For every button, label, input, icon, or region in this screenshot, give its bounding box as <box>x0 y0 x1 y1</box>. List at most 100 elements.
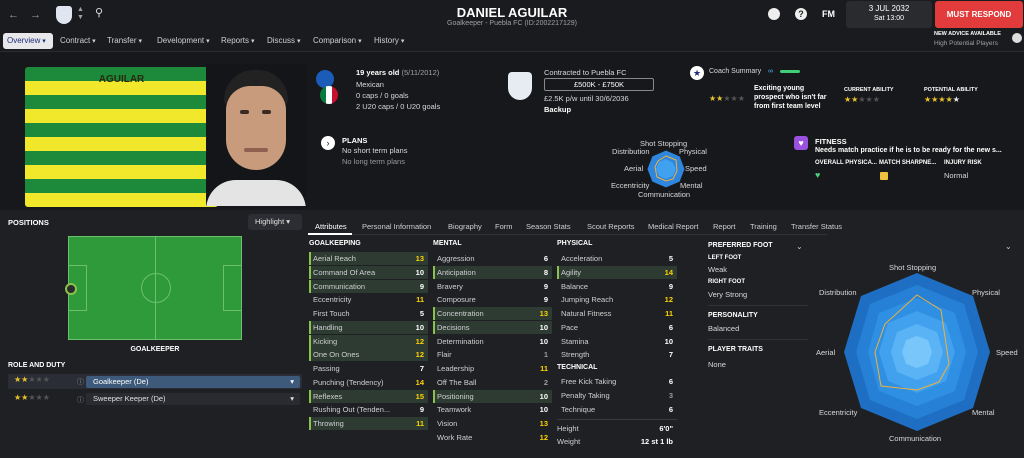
goalkeeping-attribute-row[interactable]: Communication 9 <box>309 279 428 293</box>
attribute-name: Off The Ball <box>437 377 477 387</box>
mental-attribute-row[interactable]: Work Rate 12 <box>433 431 552 444</box>
goalkeeping-attribute-row[interactable]: Command Of Area 10 <box>309 265 428 279</box>
fm-logo[interactable]: FM <box>822 9 835 19</box>
goalkeeping-attribute-row[interactable]: Eccentricity 11 <box>309 293 428 306</box>
role-select-sweeper[interactable]: Sweeper Keeper (De) ▾ <box>86 393 300 405</box>
goalkeeping-attribute-row[interactable]: Throwing 11 <box>309 417 428 430</box>
help-icon[interactable]: ? <box>795 8 807 20</box>
mental-attribute-row[interactable]: Bravery 9 <box>433 280 552 293</box>
subtab-season-stats[interactable]: Season Stats <box>526 222 571 231</box>
tab-transfer[interactable]: Transfer <box>103 33 146 49</box>
must-respond-button[interactable]: MUST RESPOND <box>935 1 1023 28</box>
technical-attribute-row[interactable]: Free Kick Taking 6 <box>557 375 677 388</box>
mental-attribute-row[interactable]: Aggression 6 <box>433 252 552 265</box>
mental-attribute-row[interactable]: Concentration 13 <box>433 307 552 320</box>
technical-attribute-row[interactable]: Technique 6 <box>557 403 677 416</box>
collapse-chevron-icon[interactable]: ⌄ <box>796 242 803 251</box>
player-traits-title: PLAYER TRAITS <box>708 346 763 353</box>
mental-attribute-row[interactable]: Teamwork 10 <box>433 403 552 416</box>
potential-ability-label: POTENTIAL ABILITY <box>924 87 978 93</box>
current-ability-stars: ★★★★★ <box>844 95 880 104</box>
physical-attribute-row[interactable]: Balance 9 <box>557 280 677 293</box>
mental-attribute-row[interactable]: Decisions 10 <box>433 320 552 334</box>
mini-radar-label-distribution: Distribution <box>612 147 650 156</box>
mental-attribute-row[interactable]: Off The Ball 2 <box>433 376 552 389</box>
mental-attribute-row[interactable]: Anticipation 8 <box>433 265 552 279</box>
goalkeeping-attribute-row[interactable]: Reflexes 15 <box>309 389 428 403</box>
physical-attribute-row[interactable]: Stamina 10 <box>557 335 677 348</box>
ball-icon[interactable] <box>768 8 780 20</box>
heart-icon[interactable]: ♥ <box>794 136 808 150</box>
tab-discuss[interactable]: Discuss <box>263 33 304 49</box>
attribute-name: Composure <box>437 295 476 305</box>
plans-title[interactable]: PLANS <box>342 136 367 145</box>
attribute-name: Kicking <box>313 336 338 346</box>
physical-attribute-row[interactable]: Acceleration 5 <box>557 252 677 265</box>
physical-attribute-row[interactable]: Natural Fitness 11 <box>557 307 677 320</box>
attribute-value: 11 <box>665 309 673 318</box>
mental-attribute-row[interactable]: Vision 13 <box>433 417 552 430</box>
subtab-scout-reports[interactable]: Scout Reports <box>587 222 635 231</box>
advice-icon[interactable] <box>1012 33 1022 43</box>
attribute-value: 10 <box>539 322 548 332</box>
goalkeeping-attribute-row[interactable]: Aerial Reach 13 <box>309 252 428 265</box>
subtab-report[interactable]: Report <box>713 222 736 231</box>
subtab-transfer-status[interactable]: Transfer Status <box>791 222 842 231</box>
attribute-value: 5 <box>419 309 424 318</box>
subtab-medical-report[interactable]: Medical Report <box>648 222 698 231</box>
subtab-personal-information[interactable]: Personal Information <box>362 222 431 231</box>
subtab-training[interactable]: Training <box>750 222 777 231</box>
goalkeeping-attribute-row[interactable]: Kicking 12 <box>309 334 428 348</box>
tab-contract[interactable]: Contract <box>56 33 100 49</box>
subtab-biography[interactable]: Biography <box>448 222 482 231</box>
goalkeeping-attribute-row[interactable]: Punching (Tendency) 14 <box>309 376 428 389</box>
attribute-name: Eccentricity <box>313 295 352 305</box>
attribute-name: Aerial Reach <box>313 254 356 263</box>
mental-attribute-row[interactable]: Determination 10 <box>433 335 552 348</box>
info-icon[interactable]: ⓘ <box>77 377 84 387</box>
attribute-name: Vision <box>437 419 458 428</box>
physical-attribute-row[interactable]: Agility 14 <box>557 265 677 279</box>
mental-attribute-row[interactable]: Flair 1 <box>433 348 552 361</box>
attribute-value: 14 <box>415 377 424 387</box>
mental-attribute-row[interactable]: Positioning 10 <box>433 389 552 403</box>
left-foot-label: LEFT FOOT <box>708 255 742 261</box>
mental-attribute-row[interactable]: Leadership 11 <box>433 362 552 375</box>
goalkeeping-attribute-row[interactable]: Rushing Out (Tenden... 9 <box>309 403 428 416</box>
positions-title[interactable]: POSITIONS <box>8 218 49 227</box>
mental-attribute-row[interactable]: Composure 9 <box>433 293 552 306</box>
mini-radar-label-speed: Speed <box>685 164 707 173</box>
personality-value: Balanced <box>708 324 740 333</box>
info-icon[interactable]: ⓘ <box>77 395 84 405</box>
subtab-form[interactable]: Form <box>495 222 513 231</box>
tab-development[interactable]: Development <box>153 33 214 49</box>
radar-collapse-icon[interactable]: ⌄ <box>1005 242 1012 251</box>
attribute-value: 12 <box>415 350 424 360</box>
highlight-dropdown[interactable]: Highlight ▾ <box>248 214 302 230</box>
goalkeeping-attribute-row[interactable]: Handling 10 <box>309 320 428 334</box>
role-label-sweeper: Sweeper Keeper (De) <box>93 394 166 403</box>
physical-attribute-row[interactable]: Jumping Reach 12 <box>557 293 677 306</box>
plans-arrow-icon[interactable]: › <box>321 136 335 150</box>
role-stars: ★★★★★ <box>14 375 50 384</box>
radar-label-physical: Physical <box>972 288 1000 297</box>
role-select-goalkeeper[interactable]: Goalkeeper (De) ▾ <box>86 376 300 388</box>
advice-title[interactable]: NEW ADVICE AVAILABLE <box>934 31 1001 37</box>
sharpness-icon <box>880 172 888 180</box>
height-label: Height <box>557 424 579 433</box>
tab-overview[interactable]: Overview <box>3 33 53 49</box>
physical-attribute-row[interactable]: Strength 7 <box>557 348 677 361</box>
technical-attribute-row[interactable]: Penalty Taking 3 <box>557 389 677 402</box>
goalkeeping-attribute-row[interactable]: Passing 7 <box>309 362 428 375</box>
goalkeeper-position-marker[interactable] <box>65 283 77 295</box>
height-row: Height 6'0" <box>557 422 677 435</box>
subtab-attributes[interactable]: Attributes <box>315 222 347 231</box>
fitness-title[interactable]: FITNESS <box>815 137 847 146</box>
advice-subtitle[interactable]: High Potential Players <box>934 40 998 47</box>
goalkeeping-attribute-row[interactable]: First Touch 5 <box>309 307 428 320</box>
tab-comparison[interactable]: Comparison <box>309 33 366 49</box>
goalkeeping-attribute-row[interactable]: One On Ones 12 <box>309 348 428 362</box>
tab-history[interactable]: History <box>370 33 408 49</box>
physical-attribute-row[interactable]: Pace 6 <box>557 321 677 334</box>
tab-reports[interactable]: Reports <box>217 33 258 49</box>
